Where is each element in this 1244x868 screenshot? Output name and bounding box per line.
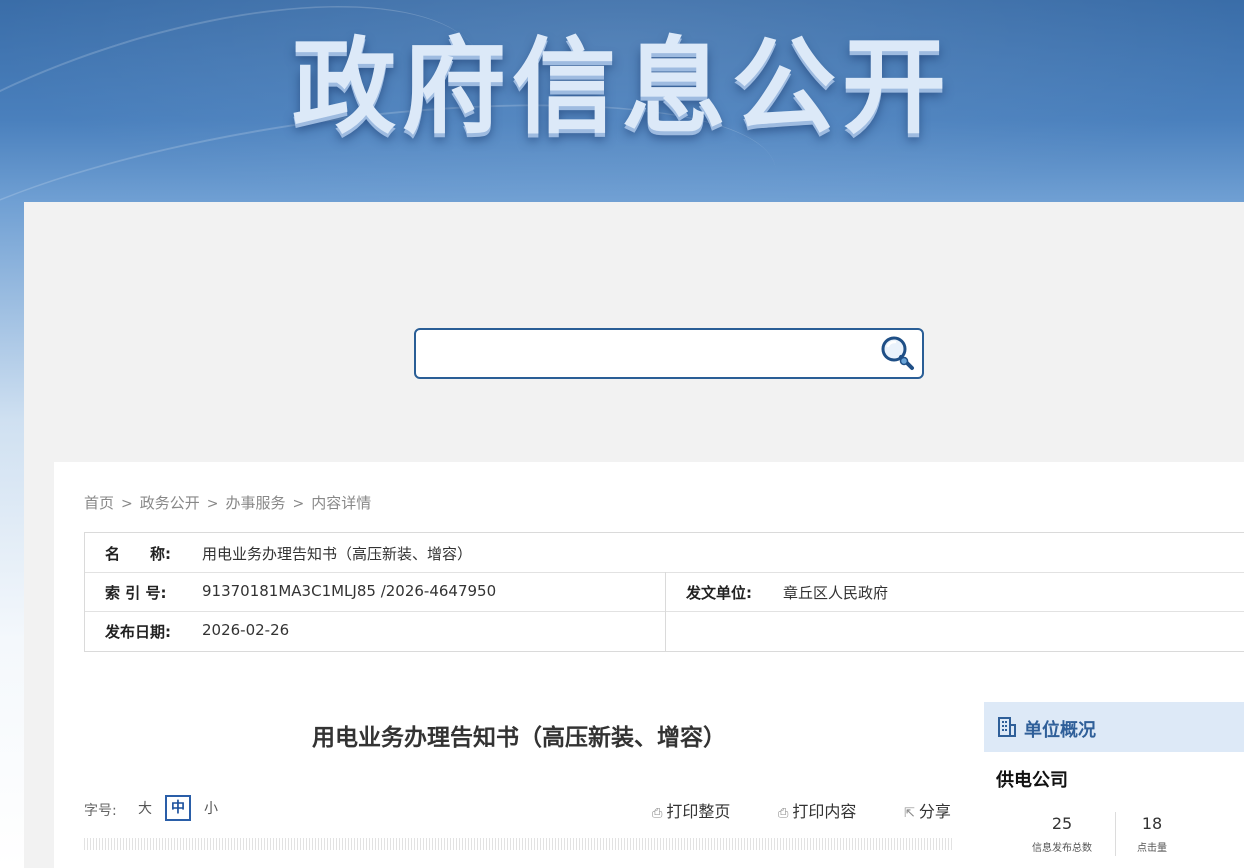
stat-total-published-label: 信息发布总数 (1032, 843, 1092, 854)
stat-clicks-label: 点击量 (1137, 843, 1167, 854)
search-input[interactable] (426, 336, 870, 372)
search-box (414, 328, 924, 379)
print-content-label: 打印内容 (792, 802, 857, 821)
meta-name-value: 用电业务办理告知书（高压新装、增容） (202, 545, 473, 563)
meta-date-value: 2026-02-26 (202, 621, 290, 639)
meta-date-label: 发布日期: (105, 623, 171, 641)
font-size-control: 字号: 大 中 小 (84, 795, 218, 821)
print-page-label: 打印整页 (666, 802, 731, 821)
article-title: 用电业务办理告知书（高压新装、增容） (312, 725, 726, 751)
breadcrumb-gov-affairs[interactable]: 政务公开 (140, 494, 200, 512)
print-page-button[interactable]: ⎙ 打印整页 (652, 798, 730, 822)
breadcrumb-separator: > (292, 496, 305, 512)
print-content-button[interactable]: ⎙ 打印内容 (778, 798, 856, 822)
unit-overview-title: 单位概况 (1024, 720, 1096, 741)
unit-name: 供电公司 (996, 770, 1068, 791)
printer-icon: ⎙ (652, 806, 663, 821)
share-icon: ⇱ (904, 806, 915, 821)
breadcrumb-home[interactable]: 首页 (84, 494, 114, 512)
meta-issuer-label: 发文单位: (686, 584, 752, 602)
breadcrumb-separator: > (121, 496, 133, 512)
breadcrumb: 首页 > 政务公开 > 办事服务 > 内容详情 (84, 492, 371, 513)
font-size-small[interactable]: 小 (204, 798, 218, 818)
banner-title: 政府信息公开 (291, 26, 952, 148)
meta-row-name: 名 称: 用电业务办理告知书（高压新装、增容） (85, 533, 1244, 573)
stat-total-published: 25 信息发布总数 (1022, 814, 1102, 854)
meta-divider (665, 572, 666, 651)
stat-clicks-value: 18 (1141, 814, 1163, 833)
printer-icon: ⎙ (778, 806, 789, 821)
unit-overview-header: 单位概况 (984, 702, 1244, 752)
stat-clicks: 18 点击量 (1132, 814, 1172, 854)
content-area: 首页 > 政务公开 > 办事服务 > 内容详情 名 称: 用电业务办理告知书（高压新装、增容… (54, 462, 1244, 868)
search-icon[interactable] (878, 334, 918, 374)
font-size-label: 字号: (84, 803, 117, 819)
content-divider (84, 838, 954, 850)
meta-name-label: 名 称: (105, 545, 171, 563)
breadcrumb-separator: > (206, 496, 219, 512)
font-size-medium[interactable]: 中 (165, 795, 191, 821)
stat-total-published-value: 25 (1051, 814, 1073, 833)
meta-issuer-value: 章丘区人民政府 (783, 584, 889, 602)
font-size-large[interactable]: 大 (138, 798, 152, 818)
meta-index-value: 91370181MA3C1MLJ85 /2026-4647950 (202, 582, 497, 600)
unit-overview-panel: 单位概况 供电公司 25 信息发布总数 18 点击量 (984, 702, 1244, 868)
breadcrumb-services[interactable]: 办事服务 (226, 494, 286, 512)
meta-index-label: 索 引 号: (105, 584, 167, 602)
document-meta-table: 名 称: 用电业务办理告知书（高压新装、增容） 索 引 号: 91370181M… (84, 532, 1244, 652)
share-label: 分享 (918, 802, 951, 821)
breadcrumb-current: 内容详情 (311, 494, 372, 512)
building-icon (998, 717, 1016, 737)
share-button[interactable]: ⇱ 分享 (904, 798, 951, 822)
stat-divider (1115, 812, 1116, 856)
